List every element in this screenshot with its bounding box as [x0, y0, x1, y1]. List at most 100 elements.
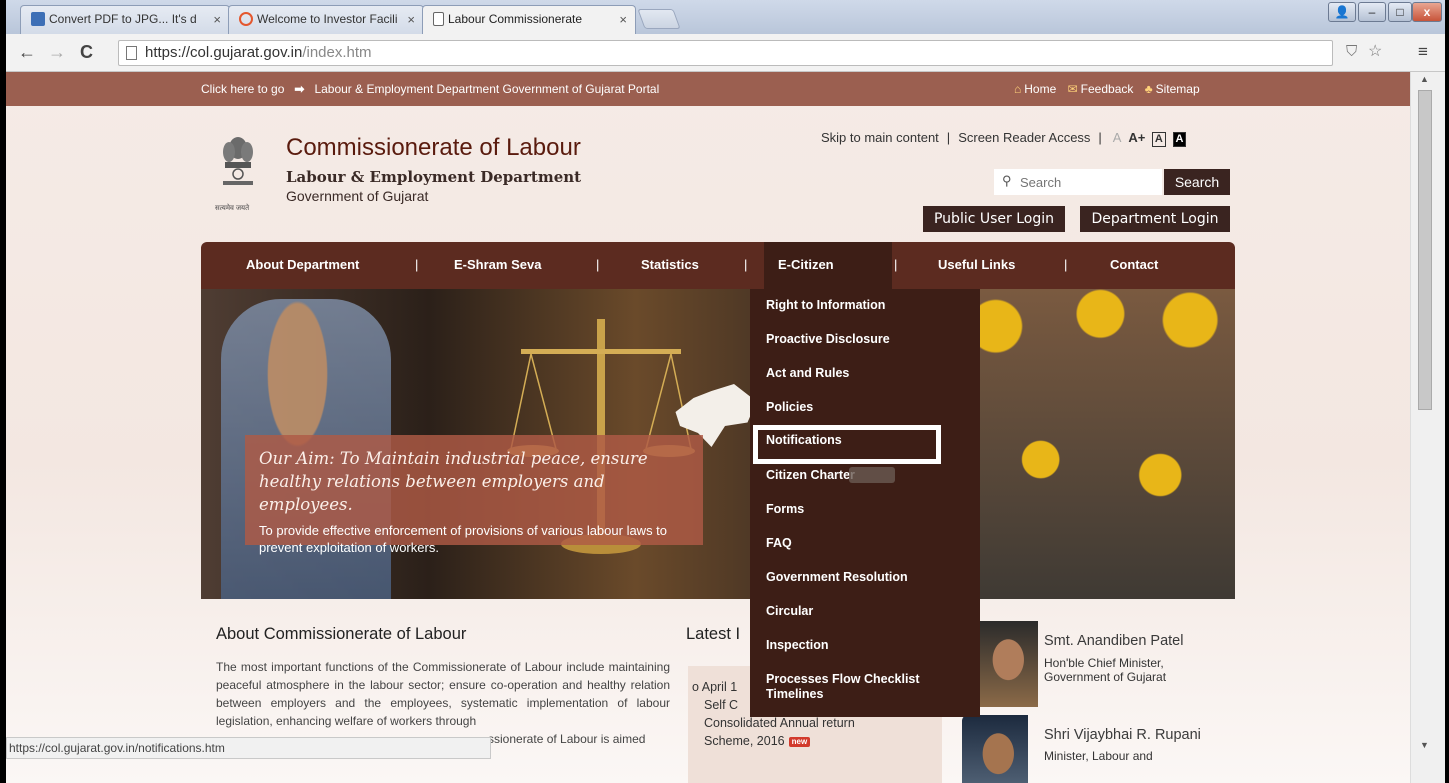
tab-close-icon[interactable]: ×: [619, 6, 627, 33]
tab-convert-pdf[interactable]: Convert PDF to JPG... It's d ×: [20, 5, 230, 34]
search-form: ⚲ Search: [994, 169, 1230, 195]
nav-statistics[interactable]: Statistics: [641, 257, 699, 272]
notifications-highlight-box: [753, 425, 941, 464]
tab-close-icon[interactable]: ×: [407, 6, 415, 33]
page-scrollbar[interactable]: ▲ ▼: [1410, 72, 1445, 783]
public-user-login-button[interactable]: Public User Login: [923, 206, 1065, 232]
about-paragraph: The most important functions of the Comm…: [216, 660, 670, 728]
tab-title: Convert PDF to JPG... It's d: [49, 12, 197, 26]
contrast-light-button[interactable]: A: [1151, 132, 1166, 147]
web-page: Click here to go ➡ Labour & Employment Dep…: [6, 72, 1410, 783]
main-navigation: About Department | E-Shram Seva | Statis…: [201, 242, 1235, 289]
skip-to-main-link[interactable]: Skip to main content: [821, 130, 939, 145]
mail-icon: ✉: [1067, 82, 1078, 96]
menu-item-policies[interactable]: Policies: [766, 400, 813, 415]
nav-separator: |: [894, 257, 898, 272]
leader-role: Government of Gujarat: [1044, 670, 1167, 684]
department-name: Labour & Employment Department: [286, 168, 582, 186]
menu-item-inspection[interactable]: Inspection: [766, 638, 829, 653]
status-bar-url: https://col.gujarat.gov.in/notifications…: [6, 737, 491, 759]
scroll-up-arrow-icon[interactable]: ▲: [1420, 74, 1429, 84]
aim-text: To provide effective enforcement of prov…: [259, 523, 668, 555]
url-host: https://col.gujarat.gov.in: [145, 44, 303, 61]
scroll-down-arrow-icon[interactable]: ▼: [1420, 740, 1429, 750]
maximize-button[interactable]: □: [1388, 2, 1412, 22]
back-icon[interactable]: ←: [18, 42, 36, 62]
nav-separator: |: [596, 257, 600, 272]
leader-name: Shri Vijaybhai R. Rupani: [1044, 727, 1201, 743]
home-link[interactable]: Home: [1024, 82, 1056, 96]
department-login-button[interactable]: Department Login: [1080, 206, 1230, 232]
nav-useful-links[interactable]: Useful Links: [938, 257, 1015, 272]
bookmark-star-icon[interactable]: ☆: [1368, 42, 1382, 62]
nav-e-citizen[interactable]: E-Citizen: [778, 257, 834, 272]
window-border: [0, 0, 6, 783]
accessibility-bar: Skip to main content | Screen Reader Acces…: [821, 130, 1187, 147]
shield-extension-icon[interactable]: ⛉: [1346, 42, 1357, 62]
aim-statement-box: Our Aim: To Maintain industrial peace, e…: [245, 435, 703, 555]
ashoka-emblem-icon: [223, 137, 253, 185]
labour-minister-photo: [962, 715, 1028, 783]
click-here-label: Click here to go: [201, 82, 285, 96]
nav-separator: |: [744, 257, 748, 272]
site-title[interactable]: Commissionerate of Labour: [286, 134, 581, 162]
page-icon: [126, 46, 137, 60]
window-border: [1445, 0, 1449, 783]
e-citizen-dropdown-menu: Right to Information Proactive Disclosur…: [750, 289, 980, 717]
nav-separator: |: [415, 257, 419, 272]
sitemap-icon: ♣: [1144, 82, 1153, 96]
menu-item-processes-flow-checklist[interactable]: Processes Flow Checklist Timelines: [766, 672, 936, 702]
font-decrease-button[interactable]: A: [1113, 130, 1121, 145]
workers-group-photo: [936, 289, 1235, 599]
tab-title: Welcome to Investor Facili: [257, 12, 398, 26]
menu-item-forms[interactable]: Forms: [766, 502, 804, 517]
menu-item-faq[interactable]: FAQ: [766, 536, 792, 551]
emblem-motto: सत्यमेव जयते: [215, 205, 250, 212]
tab-investor-facilitation[interactable]: Welcome to Investor Facili ×: [228, 5, 424, 34]
menu-item-citizen-charter[interactable]: Citizen Charter: [766, 468, 855, 483]
close-window-button[interactable]: x: [1412, 2, 1442, 22]
chief-minister-photo: [972, 621, 1038, 707]
about-text: The most important functions of the Comm…: [216, 658, 670, 748]
menu-item-right-to-information[interactable]: Right to Information: [766, 298, 885, 313]
menu-icon[interactable]: ≡: [1418, 42, 1428, 62]
tab-close-icon[interactable]: ×: [213, 6, 221, 33]
reload-icon[interactable]: C: [80, 42, 93, 62]
browser-toolbar: ← → C https://col.gujarat.gov.in/index.h…: [0, 34, 1449, 72]
tab-title: Labour Commissionerate: [448, 12, 583, 26]
font-increase-button[interactable]: A+: [1128, 130, 1145, 145]
portal-link[interactable]: Labour & Employment Department Governmen…: [314, 82, 659, 96]
menu-item-proactive-disclosure[interactable]: Proactive Disclosure: [766, 332, 890, 347]
menu-item-government-resolution[interactable]: Government Resolution: [766, 570, 908, 585]
leader-role: Minister, Labour and: [1044, 749, 1153, 763]
top-strip: Click here to go ➡ Labour & Employment Dep…: [6, 72, 1410, 106]
sitemap-link[interactable]: Sitemap: [1156, 82, 1200, 96]
tooltip-shadow: [849, 467, 895, 483]
feedback-link[interactable]: Feedback: [1081, 82, 1134, 96]
tab-labour-commissionerate[interactable]: Labour Commissionerate ×: [422, 5, 636, 34]
minimize-button[interactable]: –: [1358, 2, 1386, 22]
nav-contact[interactable]: Contact: [1110, 257, 1158, 272]
pdf-tab-icon: [31, 12, 45, 26]
forward-icon[interactable]: →: [48, 42, 66, 62]
search-button[interactable]: Search: [1164, 169, 1230, 195]
nav-separator: |: [1064, 257, 1068, 272]
screen-reader-link[interactable]: Screen Reader Access: [958, 130, 1090, 145]
menu-item-act-and-rules[interactable]: Act and Rules: [766, 366, 849, 381]
search-input[interactable]: [994, 169, 1162, 195]
hero-banner: Our Aim: To Maintain industrial peace, e…: [201, 289, 1235, 599]
address-bar[interactable]: https://col.gujarat.gov.in/index.htm: [118, 40, 1333, 66]
about-heading: About Commissionerate of Labour: [216, 625, 467, 643]
contrast-dark-button[interactable]: A: [1172, 132, 1187, 147]
new-tab-button[interactable]: [637, 9, 681, 29]
menu-item-circular[interactable]: Circular: [766, 604, 813, 619]
nav-about-department[interactable]: About Department: [246, 257, 359, 272]
nav-e-shram-seva[interactable]: E-Shram Seva: [454, 257, 541, 272]
arrow-right-icon: ➡: [294, 82, 305, 96]
home-icon: ⌂: [1014, 82, 1022, 96]
leader-role: Hon'ble Chief Minister,: [1044, 656, 1164, 670]
page-tab-icon: [433, 12, 444, 26]
scrollbar-thumb[interactable]: [1418, 90, 1432, 410]
user-icon[interactable]: 👤: [1328, 2, 1356, 22]
latest-heading: Latest I: [686, 625, 741, 643]
